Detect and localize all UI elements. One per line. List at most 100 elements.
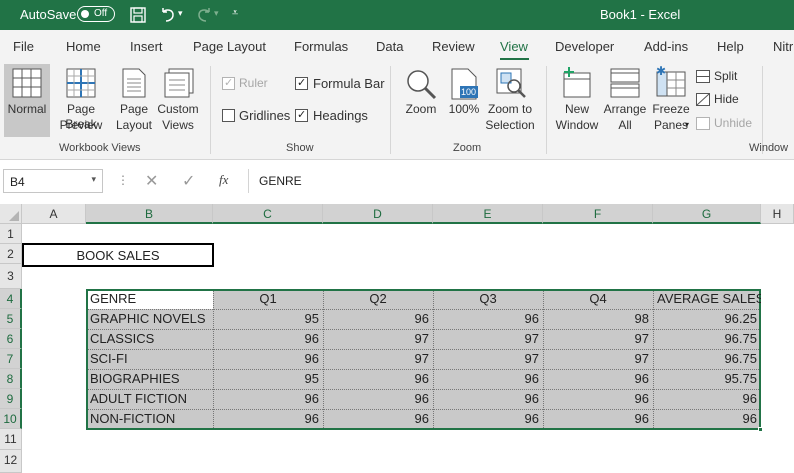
column-header-h[interactable]: H bbox=[761, 204, 794, 224]
column-header-c[interactable]: C bbox=[213, 204, 323, 224]
table-cell-value[interactable]: 95.75 bbox=[653, 369, 761, 389]
tab-help[interactable]: Help bbox=[717, 39, 744, 54]
fill-handle[interactable] bbox=[758, 427, 763, 432]
table-cell-value[interactable]: 96.75 bbox=[653, 349, 761, 369]
row-header-1[interactable]: 1 bbox=[0, 224, 22, 244]
headings-checkbox[interactable]: ✓ bbox=[295, 109, 308, 122]
header-q2[interactable]: Q2 bbox=[323, 289, 433, 309]
formula-bar-checkbox[interactable]: ✓ bbox=[295, 77, 308, 90]
row-header-3[interactable]: 3 bbox=[0, 264, 22, 289]
page-layout-icon[interactable] bbox=[121, 68, 147, 98]
row-header-7[interactable]: 7 bbox=[0, 349, 22, 369]
column-header-g[interactable]: G bbox=[653, 204, 761, 224]
table-cell-value[interactable]: 95 bbox=[213, 309, 323, 329]
tab-developer[interactable]: Developer bbox=[555, 39, 614, 54]
custom-views-icon[interactable] bbox=[164, 68, 194, 98]
name-box-dropdown-icon[interactable]: ▾ bbox=[91, 174, 96, 185]
row-header-6[interactable]: 6 bbox=[0, 329, 22, 349]
table-cell-value[interactable]: 96 bbox=[323, 389, 433, 409]
select-all-corner[interactable] bbox=[0, 204, 22, 224]
tab-data[interactable]: Data bbox=[376, 39, 403, 54]
row-header-8[interactable]: 8 bbox=[0, 369, 22, 389]
column-header-e[interactable]: E bbox=[433, 204, 543, 224]
tab-review[interactable]: Review bbox=[432, 39, 475, 54]
split-icon[interactable] bbox=[696, 70, 710, 83]
tab-view[interactable]: View bbox=[500, 39, 528, 54]
table-cell-value[interactable]: 96.75 bbox=[653, 329, 761, 349]
tab-home[interactable]: Home bbox=[66, 39, 101, 54]
new-window-icon[interactable] bbox=[561, 67, 591, 99]
table-cell-genre[interactable]: ADULT FICTION bbox=[86, 389, 213, 409]
zoom-icon[interactable] bbox=[405, 68, 437, 100]
hide-label[interactable]: Hide bbox=[714, 92, 739, 107]
table-cell-value[interactable]: 95 bbox=[213, 369, 323, 389]
row-header-4[interactable]: 4 bbox=[0, 289, 22, 309]
table-cell-value[interactable]: 96 bbox=[323, 309, 433, 329]
table-cell-value[interactable]: 96 bbox=[323, 409, 433, 429]
tab-formulas[interactable]: Formulas bbox=[294, 39, 348, 54]
header-average-sales[interactable]: AVERAGE SALES bbox=[653, 289, 761, 309]
table-cell-value[interactable]: 96 bbox=[213, 349, 323, 369]
arrange-all-icon[interactable] bbox=[610, 68, 640, 98]
table-cell-value[interactable]: 97 bbox=[433, 329, 543, 349]
table-cell-value[interactable]: 96 bbox=[433, 309, 543, 329]
table-cell-genre[interactable]: NON-FICTION bbox=[86, 409, 213, 429]
zoom-to-selection-icon[interactable] bbox=[496, 68, 526, 100]
customize-toolbar-icon[interactable]: ⩡ bbox=[232, 7, 238, 20]
header-q1[interactable]: Q1 bbox=[213, 289, 323, 309]
freeze-panes-icon[interactable]: ✱ bbox=[655, 66, 687, 98]
table-cell-value[interactable]: 97 bbox=[543, 349, 653, 369]
row-header-12[interactable]: 12 bbox=[0, 450, 22, 473]
cancel-icon[interactable]: ✕ bbox=[145, 171, 158, 191]
column-header-d[interactable]: D bbox=[323, 204, 433, 224]
row-header-5[interactable]: 5 bbox=[0, 309, 22, 329]
table-cell-value[interactable]: 96 bbox=[653, 409, 761, 429]
table-cell-value[interactable]: 96 bbox=[213, 389, 323, 409]
table-cell-genre[interactable]: BIOGRAPHIES bbox=[86, 369, 213, 389]
table-cell-value[interactable]: 96 bbox=[433, 369, 543, 389]
row-header-11[interactable]: 11 bbox=[0, 429, 22, 450]
undo-dropdown-icon[interactable]: ▾ bbox=[178, 8, 183, 19]
table-cell-value[interactable]: 96.25 bbox=[653, 309, 761, 329]
insert-function-icon[interactable]: fx bbox=[219, 172, 228, 188]
split-label[interactable]: Split bbox=[714, 69, 737, 84]
undo-icon[interactable] bbox=[158, 5, 178, 25]
page-break-preview-icon[interactable] bbox=[66, 68, 96, 98]
table-cell-value[interactable]: 96 bbox=[543, 389, 653, 409]
tab-page-layout[interactable]: Page Layout bbox=[193, 39, 266, 54]
table-cell-value[interactable]: 96 bbox=[323, 369, 433, 389]
enter-icon[interactable]: ✓ bbox=[182, 171, 195, 191]
table-cell-value[interactable]: 96 bbox=[543, 409, 653, 429]
gridlines-checkbox[interactable] bbox=[222, 109, 235, 122]
formula-input[interactable]: GENRE bbox=[248, 169, 794, 193]
column-header-a[interactable]: A bbox=[22, 204, 86, 224]
header-q3[interactable]: Q3 bbox=[433, 289, 543, 309]
name-box[interactable]: B4 ▾ bbox=[3, 169, 103, 193]
header-genre[interactable]: GENRE bbox=[86, 289, 213, 309]
table-cell-value[interactable]: 97 bbox=[543, 329, 653, 349]
table-cell-value[interactable]: 98 bbox=[543, 309, 653, 329]
autosave-toggle[interactable]: Off bbox=[77, 6, 115, 22]
table-cell-value[interactable]: 97 bbox=[323, 349, 433, 369]
column-header-b[interactable]: B bbox=[86, 204, 213, 224]
header-q4[interactable]: Q4 bbox=[543, 289, 653, 309]
column-header-f[interactable]: F bbox=[543, 204, 653, 224]
freeze-panes-dropdown-icon[interactable]: ▾ bbox=[685, 120, 689, 129]
table-cell-genre[interactable]: SCI-FI bbox=[86, 349, 213, 369]
table-cell-value[interactable]: 96 bbox=[433, 409, 543, 429]
tab-file[interactable]: File bbox=[13, 39, 34, 54]
table-cell-value[interactable]: 96 bbox=[653, 389, 761, 409]
table-cell-value[interactable]: 96 bbox=[213, 329, 323, 349]
table-cell-genre[interactable]: CLASSICS bbox=[86, 329, 213, 349]
tab-add-ins[interactable]: Add-ins bbox=[644, 39, 688, 54]
title-cell[interactable]: BOOK SALES bbox=[22, 243, 214, 267]
table-cell-value[interactable]: 96 bbox=[543, 369, 653, 389]
table-cell-genre[interactable]: GRAPHIC NOVELS bbox=[86, 309, 213, 329]
table-cell-value[interactable]: 97 bbox=[323, 329, 433, 349]
table-cell-value[interactable]: 97 bbox=[433, 349, 543, 369]
row-header-2[interactable]: 2 bbox=[0, 244, 22, 264]
save-icon[interactable] bbox=[128, 5, 148, 25]
table-cell-value[interactable]: 96 bbox=[433, 389, 543, 409]
row-header-10[interactable]: 10 bbox=[0, 409, 22, 429]
row-header-9[interactable]: 9 bbox=[0, 389, 22, 409]
